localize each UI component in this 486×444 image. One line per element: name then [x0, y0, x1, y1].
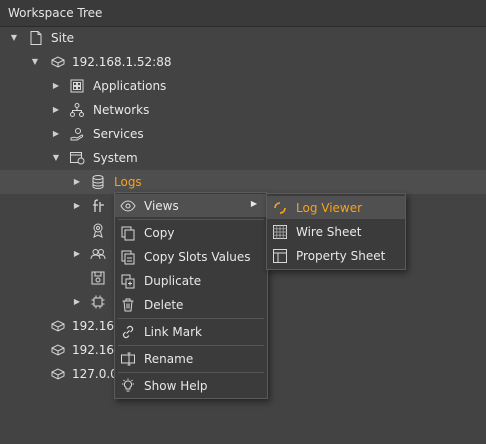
tree-item-label: Applications	[93, 79, 167, 93]
save-icon	[90, 270, 106, 286]
tree-item-label: Site	[51, 31, 75, 45]
menu-item-label: Views	[144, 199, 179, 213]
menu-item-label: Delete	[144, 298, 184, 312]
menu-item-label: Duplicate	[144, 274, 202, 288]
device-icon	[50, 54, 66, 70]
device-icon	[50, 318, 66, 334]
system-icon	[69, 150, 85, 166]
copy-values-icon	[120, 249, 136, 265]
chevron-right-icon[interactable]: ▶	[71, 170, 83, 194]
tree-item-site[interactable]: ▼ Site	[0, 26, 486, 50]
services-icon	[69, 126, 85, 142]
menu-item-label: Copy	[144, 226, 175, 240]
chevron-down-icon[interactable]: ▼	[29, 50, 41, 74]
menu-separator	[118, 318, 264, 319]
menu-item-views[interactable]: Views ▶	[115, 194, 267, 217]
users-icon	[90, 246, 106, 262]
network-icon	[69, 102, 85, 118]
tree-item-label: Logs	[114, 175, 142, 189]
device-icon	[50, 342, 66, 358]
device-icon	[50, 366, 66, 382]
menu-item-duplicate[interactable]: Duplicate	[115, 269, 267, 292]
tree-item-system[interactable]: ▼ System	[0, 146, 486, 170]
menu-item-show-help[interactable]: Show Help	[115, 374, 267, 397]
menu-item-delete[interactable]: Delete	[115, 293, 267, 316]
chevron-right-icon[interactable]: ▶	[50, 122, 62, 146]
duplicate-icon	[120, 273, 136, 289]
menu-separator	[118, 345, 264, 346]
menu-item-label: Property Sheet	[296, 249, 386, 263]
menu-item-label: Copy Slots Values	[144, 250, 251, 264]
trash-icon	[120, 297, 136, 313]
tree-item-label: 127.0.0	[72, 367, 118, 381]
page-icon	[28, 30, 44, 46]
views-submenu: Log Viewer Wire Sheet Property Sheet	[266, 193, 406, 270]
menu-item-label: Log Viewer	[296, 201, 363, 215]
function-icon	[90, 198, 106, 214]
panel-title: Workspace Tree	[8, 6, 103, 20]
menu-item-link-mark[interactable]: Link Mark	[115, 320, 267, 343]
eye-icon	[120, 198, 136, 214]
tree-item-label: System	[93, 151, 138, 165]
chevron-right-icon[interactable]: ▶	[71, 242, 83, 266]
tree-item-networks[interactable]: ▶ Networks	[0, 98, 486, 122]
rename-icon	[120, 351, 136, 367]
table-icon	[272, 248, 288, 264]
lightbulb-icon	[120, 378, 136, 394]
submenu-item-property-sheet[interactable]: Property Sheet	[267, 244, 405, 267]
tree-item-logs[interactable]: ▶ Logs	[0, 170, 486, 194]
menu-separator	[118, 372, 264, 373]
menu-item-label: Link Mark	[144, 325, 202, 339]
chip-icon	[90, 294, 106, 310]
chevron-down-icon[interactable]: ▼	[50, 146, 62, 170]
grid-icon	[272, 224, 288, 240]
tree-item-services[interactable]: ▶ Services	[0, 122, 486, 146]
chevron-right-icon: ▶	[250, 199, 257, 208]
link-icon	[120, 324, 136, 340]
menu-separator	[118, 219, 264, 220]
tree-item-host[interactable]: ▼ 192.168.1.52:88	[0, 50, 486, 74]
tree-item-label: Services	[93, 127, 144, 141]
menu-item-copy[interactable]: Copy	[115, 221, 267, 244]
submenu-item-log-viewer[interactable]: Log Viewer	[267, 196, 405, 219]
chevron-right-icon[interactable]: ▶	[50, 74, 62, 98]
spinner-icon	[272, 200, 288, 216]
menu-item-label: Wire Sheet	[296, 225, 362, 239]
panel-header: Workspace Tree	[0, 0, 486, 27]
tree-item-applications[interactable]: ▶ Applications	[0, 74, 486, 98]
context-menu: Views ▶ Copy Copy Slots Values Duplicate…	[114, 192, 268, 399]
chevron-right-icon[interactable]: ▶	[71, 290, 83, 314]
menu-item-copy-slots[interactable]: Copy Slots Values	[115, 245, 267, 268]
database-icon	[90, 174, 106, 190]
chevron-right-icon[interactable]: ▶	[71, 194, 83, 218]
menu-item-label: Show Help	[144, 379, 208, 393]
badge-icon	[90, 222, 106, 238]
chevron-down-icon[interactable]: ▼	[8, 26, 20, 50]
chevron-right-icon[interactable]: ▶	[50, 98, 62, 122]
tree-item-label: 192.168.1.52:88	[72, 55, 172, 69]
copy-icon	[120, 225, 136, 241]
submenu-item-wire-sheet[interactable]: Wire Sheet	[267, 220, 405, 243]
tree-item-label: Networks	[93, 103, 150, 117]
menu-item-rename[interactable]: Rename	[115, 347, 267, 370]
menu-item-label: Rename	[144, 352, 194, 366]
applications-icon	[69, 78, 85, 94]
